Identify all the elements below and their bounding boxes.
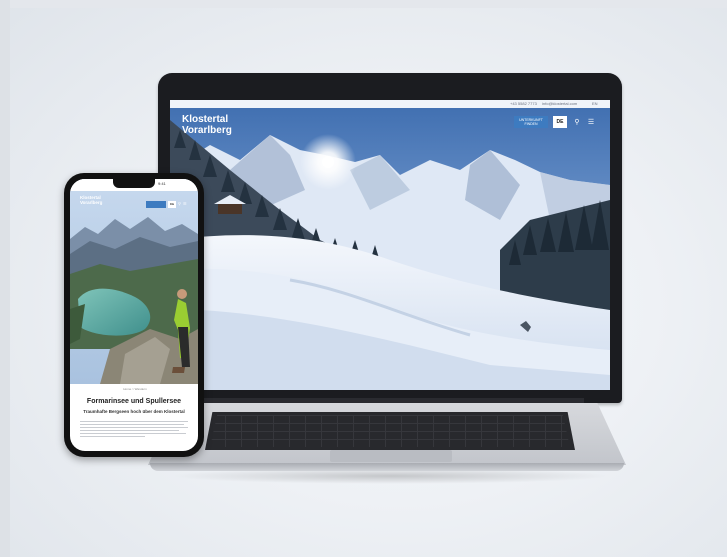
phone-notch [113, 179, 155, 188]
phone-header-icons[interactable]: ⚲☰ [178, 201, 194, 208]
phone-logo-line-2: Vorarlberg [80, 200, 103, 205]
page-title: Formarinsee und Spullersee [86, 398, 182, 405]
menu-icon[interactable]: ☰ [183, 201, 189, 206]
laptop-front-edge [150, 463, 624, 471]
breadcrumb[interactable]: Home > Wandern [90, 387, 180, 391]
lake-mountain-photo [70, 179, 198, 384]
phone-find-accommodation-button[interactable] [146, 201, 166, 208]
trackpad [330, 450, 452, 462]
logo-line-2: Vorarlberg [182, 125, 232, 136]
winter-landscape-photo [170, 100, 610, 390]
phone-site-logo[interactable]: Klostertal Vorarlberg [80, 195, 102, 205]
body-text-placeholder [80, 419, 188, 439]
logo-line-1: Klostertal [182, 114, 229, 125]
topbar-language[interactable]: EN [592, 101, 598, 106]
left-border [0, 0, 10, 557]
product-mockup-scene: +43 5582 7773 info@klostertal.com EN Klo… [0, 0, 727, 557]
topbar-phone[interactable]: +43 5582 7773 [510, 101, 537, 106]
site-topbar: +43 5582 7773 info@klostertal.com EN [170, 100, 610, 108]
phone-screen: 9:41 Klostertal Vorarlberg DE ⚲☰ Home > … [70, 179, 198, 451]
topbar-email[interactable]: info@klostertal.com [542, 101, 577, 106]
laptop-screen: +43 5582 7773 info@klostertal.com EN Klo… [170, 100, 610, 390]
keyboard-keys [210, 415, 570, 447]
page-subtitle: Traumhafte Bergseen hoch über dem Kloste… [83, 409, 185, 414]
site-logo[interactable]: Klostertal Vorarlberg [182, 114, 232, 136]
phone-status-time: 9:41 [158, 181, 166, 186]
search-icon[interactable]: ⚲ [572, 116, 582, 128]
language-switch[interactable]: DE [553, 116, 567, 128]
top-border [0, 0, 727, 8]
find-accommodation-button[interactable]: UNTERKUNFT FINDEN [514, 116, 548, 128]
menu-icon[interactable]: ☰ [586, 116, 596, 128]
phone-language-switch[interactable]: DE [168, 201, 176, 208]
